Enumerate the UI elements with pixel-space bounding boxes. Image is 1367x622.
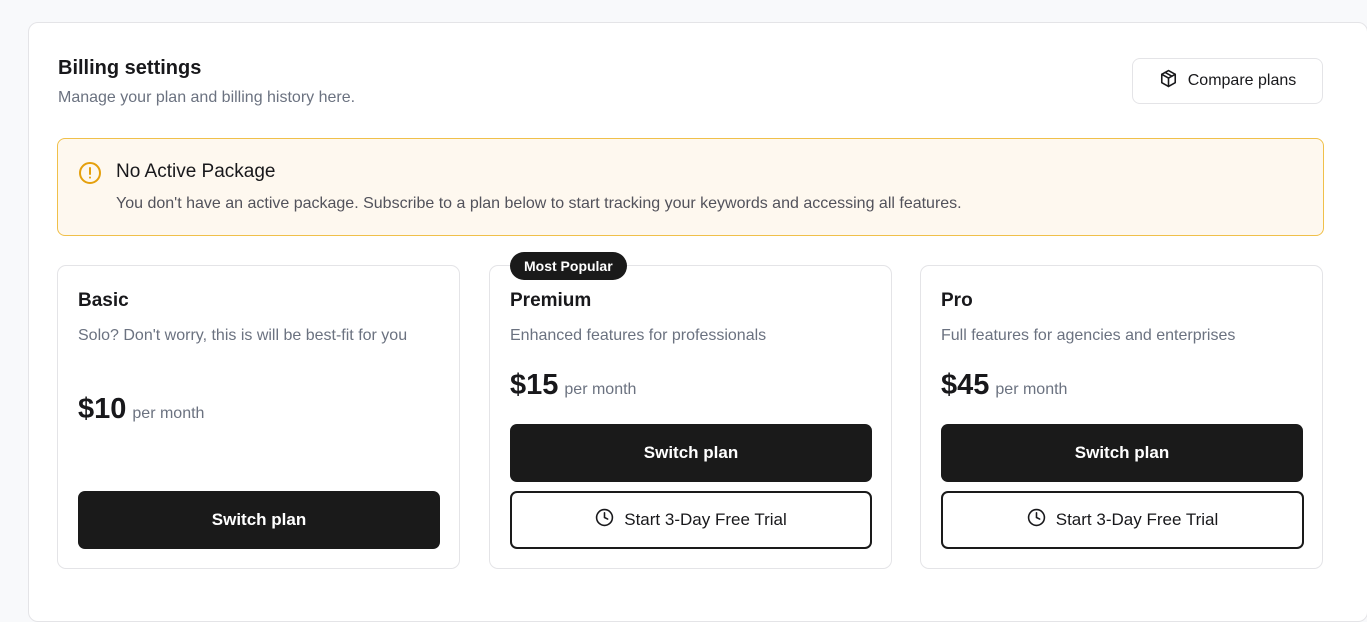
- plan-name: Premium: [510, 290, 592, 311]
- price-period: per month: [564, 381, 637, 398]
- package-icon: [1159, 69, 1178, 93]
- plan-card-premium: Most Popular Premium Enhanced features f…: [489, 252, 892, 569]
- most-popular-badge: Most Popular: [510, 252, 627, 280]
- free-trial-button-premium[interactable]: Start 3-Day Free Trial: [510, 491, 872, 549]
- page-subtitle: Manage your plan and billing history her…: [58, 89, 356, 106]
- price-period: per month: [995, 381, 1068, 398]
- free-trial-button-pro[interactable]: Start 3-Day Free Trial: [941, 491, 1304, 549]
- plan-price: $45 per month: [941, 369, 1067, 402]
- page-title: Billing settings: [58, 57, 202, 79]
- alert-message: You don't have an active package. Subscr…: [116, 195, 962, 212]
- switch-plan-button-pro[interactable]: Switch plan: [941, 424, 1303, 482]
- clock-icon: [595, 508, 614, 532]
- price-period: per month: [132, 405, 205, 422]
- plan-card-basic: Basic Solo? Don't worry, this is will be…: [57, 265, 460, 569]
- compare-plans-label: Compare plans: [1187, 72, 1297, 89]
- plan-description: Solo? Don't worry, this is will be best-…: [78, 327, 408, 344]
- no-active-package-alert: No Active Package You don't have an acti…: [57, 138, 1324, 236]
- billing-settings-card: Billing settings Manage your plan and bi…: [28, 22, 1367, 622]
- plan-description: Enhanced features for professionals: [510, 327, 767, 344]
- compare-plans-button[interactable]: Compare plans: [1132, 58, 1323, 104]
- price-amount: $45: [941, 369, 990, 401]
- price-amount: $10: [78, 393, 127, 425]
- plan-name: Pro: [941, 290, 973, 311]
- free-trial-label: Start 3-Day Free Trial: [624, 510, 787, 529]
- plan-price: $15 per month: [510, 369, 636, 402]
- plan-card-pro: Pro Full features for agencies and enter…: [920, 265, 1323, 569]
- switch-plan-button-basic[interactable]: Switch plan: [78, 491, 440, 549]
- plan-name: Basic: [78, 290, 129, 311]
- free-trial-label: Start 3-Day Free Trial: [1055, 510, 1219, 529]
- alert-circle-icon: [78, 161, 102, 185]
- plan-price: $10 per month: [78, 393, 204, 426]
- alert-title: No Active Package: [116, 161, 276, 182]
- clock-icon: [1027, 508, 1046, 532]
- price-amount: $15: [510, 369, 559, 401]
- plan-description: Full features for agencies and enterpris…: [941, 327, 1236, 344]
- switch-plan-button-premium[interactable]: Switch plan: [510, 424, 872, 482]
